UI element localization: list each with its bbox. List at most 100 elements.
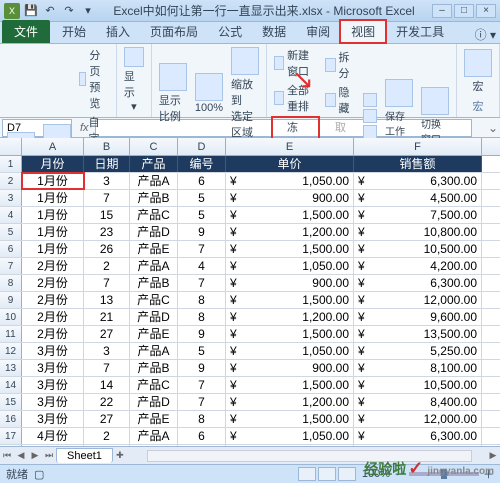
- cell[interactable]: 6: [178, 428, 226, 444]
- cell[interactable]: 产品D: [130, 394, 178, 410]
- cell[interactable]: 产品E: [130, 411, 178, 427]
- new-window-button[interactable]: 新建窗口: [271, 46, 320, 80]
- cell[interactable]: 7: [84, 360, 130, 376]
- cell[interactable]: ¥1,500.00: [226, 292, 354, 308]
- row-header[interactable]: 8: [0, 275, 22, 291]
- zoom-100-button[interactable]: 100%: [192, 72, 226, 115]
- cell[interactable]: ¥13,500.00: [354, 326, 482, 342]
- cell[interactable]: ¥5,250.00: [354, 343, 482, 359]
- cell[interactable]: 产品E: [130, 241, 178, 257]
- row-header[interactable]: 9: [0, 292, 22, 308]
- row-header[interactable]: 2: [0, 173, 22, 189]
- minimize-button[interactable]: –: [432, 4, 452, 18]
- tab-insert[interactable]: 插入: [96, 20, 140, 43]
- header-cell[interactable]: 月份: [22, 156, 84, 172]
- cell[interactable]: ¥8,400.00: [354, 394, 482, 410]
- cell[interactable]: ¥1,500.00: [226, 326, 354, 342]
- cell[interactable]: 产品A: [130, 258, 178, 274]
- col-header-B[interactable]: B: [84, 138, 130, 155]
- cell[interactable]: 7: [178, 241, 226, 257]
- row-header[interactable]: 7: [0, 258, 22, 274]
- row-header[interactable]: 6: [0, 241, 22, 257]
- cell[interactable]: 3月份: [22, 394, 84, 410]
- row-header[interactable]: 13: [0, 360, 22, 376]
- cell[interactable]: 9: [178, 224, 226, 240]
- tab-data[interactable]: 数据: [252, 20, 296, 43]
- cell[interactable]: 2月份: [22, 292, 84, 308]
- header-cell[interactable]: 编号: [178, 156, 226, 172]
- cell[interactable]: 2: [84, 258, 130, 274]
- cell[interactable]: 8: [178, 411, 226, 427]
- col-header-D[interactable]: D: [178, 138, 226, 155]
- cell[interactable]: ¥4,500.00: [354, 190, 482, 206]
- view-side-by-side-button[interactable]: [360, 92, 380, 108]
- cell[interactable]: 6: [178, 173, 226, 189]
- cell[interactable]: 产品A: [130, 343, 178, 359]
- cell[interactable]: 产品E: [130, 326, 178, 342]
- page-break-preview-button[interactable]: 分页预览: [76, 46, 112, 112]
- cell[interactable]: ¥10,800.00: [354, 224, 482, 240]
- cell[interactable]: ¥12,000.00: [354, 411, 482, 427]
- row-header[interactable]: 3: [0, 190, 22, 206]
- cell[interactable]: ¥6,300.00: [354, 428, 482, 444]
- cell[interactable]: 7: [178, 377, 226, 393]
- cell[interactable]: 5: [178, 190, 226, 206]
- qat-dropdown-icon[interactable]: ▾: [80, 3, 96, 19]
- cell[interactable]: 3月份: [22, 377, 84, 393]
- cell[interactable]: 22: [84, 394, 130, 410]
- select-all-button[interactable]: [0, 138, 22, 155]
- cell[interactable]: ¥1,050.00: [226, 428, 354, 444]
- cell[interactable]: ¥4,200.00: [354, 258, 482, 274]
- cell[interactable]: ¥1,500.00: [226, 207, 354, 223]
- close-button[interactable]: ×: [476, 4, 496, 18]
- cell[interactable]: 4: [178, 258, 226, 274]
- header-cell[interactable]: 单价: [226, 156, 354, 172]
- cell[interactable]: 15: [84, 207, 130, 223]
- new-sheet-icon[interactable]: ✚: [113, 450, 127, 461]
- cell[interactable]: 产品A: [130, 428, 178, 444]
- cell[interactable]: ¥10,500.00: [354, 377, 482, 393]
- cell[interactable]: ¥1,500.00: [226, 377, 354, 393]
- cell[interactable]: ¥8,100.00: [354, 360, 482, 376]
- sheet-tab[interactable]: Sheet1: [56, 448, 113, 463]
- cell[interactable]: 2月份: [22, 326, 84, 342]
- cell[interactable]: ¥1,500.00: [226, 411, 354, 427]
- cell[interactable]: 2月份: [22, 258, 84, 274]
- cell[interactable]: 2: [84, 428, 130, 444]
- cell[interactable]: 9: [178, 326, 226, 342]
- row-header[interactable]: 17: [0, 428, 22, 444]
- tab-nav-prev-icon[interactable]: ◀: [14, 450, 28, 461]
- split-button[interactable]: 拆分: [322, 48, 358, 82]
- tab-review[interactable]: 审阅: [296, 20, 340, 43]
- cell[interactable]: ¥1,500.00: [226, 241, 354, 257]
- tab-nav-first-icon[interactable]: ⏮: [0, 450, 14, 461]
- tab-home[interactable]: 开始: [52, 20, 96, 43]
- tab-nav-last-icon[interactable]: ⏭: [42, 450, 56, 461]
- row-header[interactable]: 14: [0, 377, 22, 393]
- layout-shortcut-icon[interactable]: [318, 467, 336, 481]
- zoom-selection-button[interactable]: 缩放到选定区域: [228, 46, 262, 141]
- maximize-button[interactable]: □: [454, 4, 474, 18]
- cell[interactable]: 1月份: [22, 173, 84, 189]
- tab-view[interactable]: 视图: [340, 19, 386, 43]
- help-icon[interactable]: ⓘ ▾: [475, 26, 496, 43]
- cell[interactable]: ¥900.00: [226, 190, 354, 206]
- cell[interactable]: 7: [84, 190, 130, 206]
- sync-scroll-button[interactable]: [360, 108, 380, 124]
- cell[interactable]: 7: [178, 394, 226, 410]
- cell[interactable]: 1月份: [22, 207, 84, 223]
- col-header-E[interactable]: E: [226, 138, 354, 155]
- row-header[interactable]: 5: [0, 224, 22, 240]
- cell[interactable]: 21: [84, 309, 130, 325]
- cell[interactable]: ¥1,050.00: [226, 343, 354, 359]
- cell[interactable]: 4月份: [22, 428, 84, 444]
- cell[interactable]: 2月份: [22, 275, 84, 291]
- cell[interactable]: 1月份: [22, 224, 84, 240]
- cell[interactable]: 3月份: [22, 343, 84, 359]
- cell[interactable]: 3: [84, 343, 130, 359]
- cell[interactable]: 产品D: [130, 309, 178, 325]
- cell[interactable]: ¥6,300.00: [354, 275, 482, 291]
- cell[interactable]: 产品C: [130, 292, 178, 308]
- save-icon[interactable]: 💾: [23, 3, 39, 19]
- zoom-button[interactable]: 显示比例: [156, 62, 190, 125]
